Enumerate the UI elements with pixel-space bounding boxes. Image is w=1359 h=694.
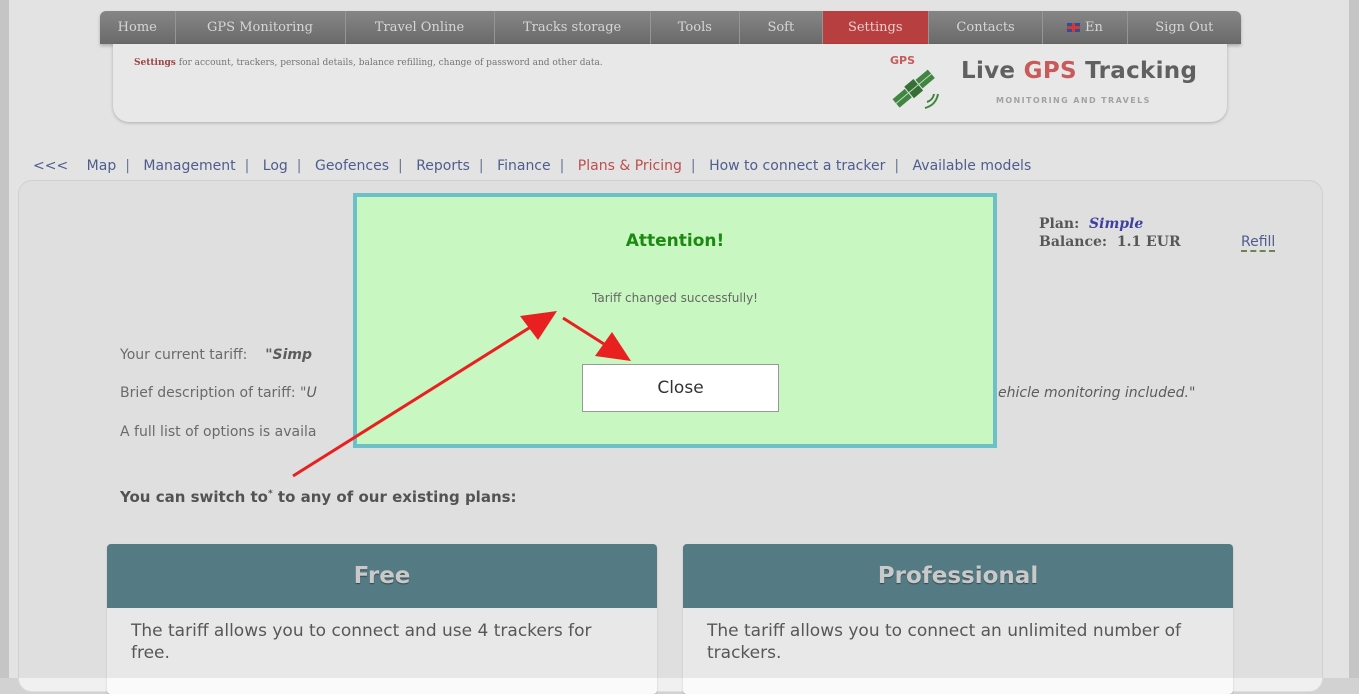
close-button[interactable]: Close (582, 364, 779, 412)
dialog-message: Tariff changed successfully! (592, 291, 758, 305)
dialog-title: Attention! (625, 231, 725, 251)
attention-dialog: Attention! Tariff changed successfully! … (353, 193, 997, 448)
